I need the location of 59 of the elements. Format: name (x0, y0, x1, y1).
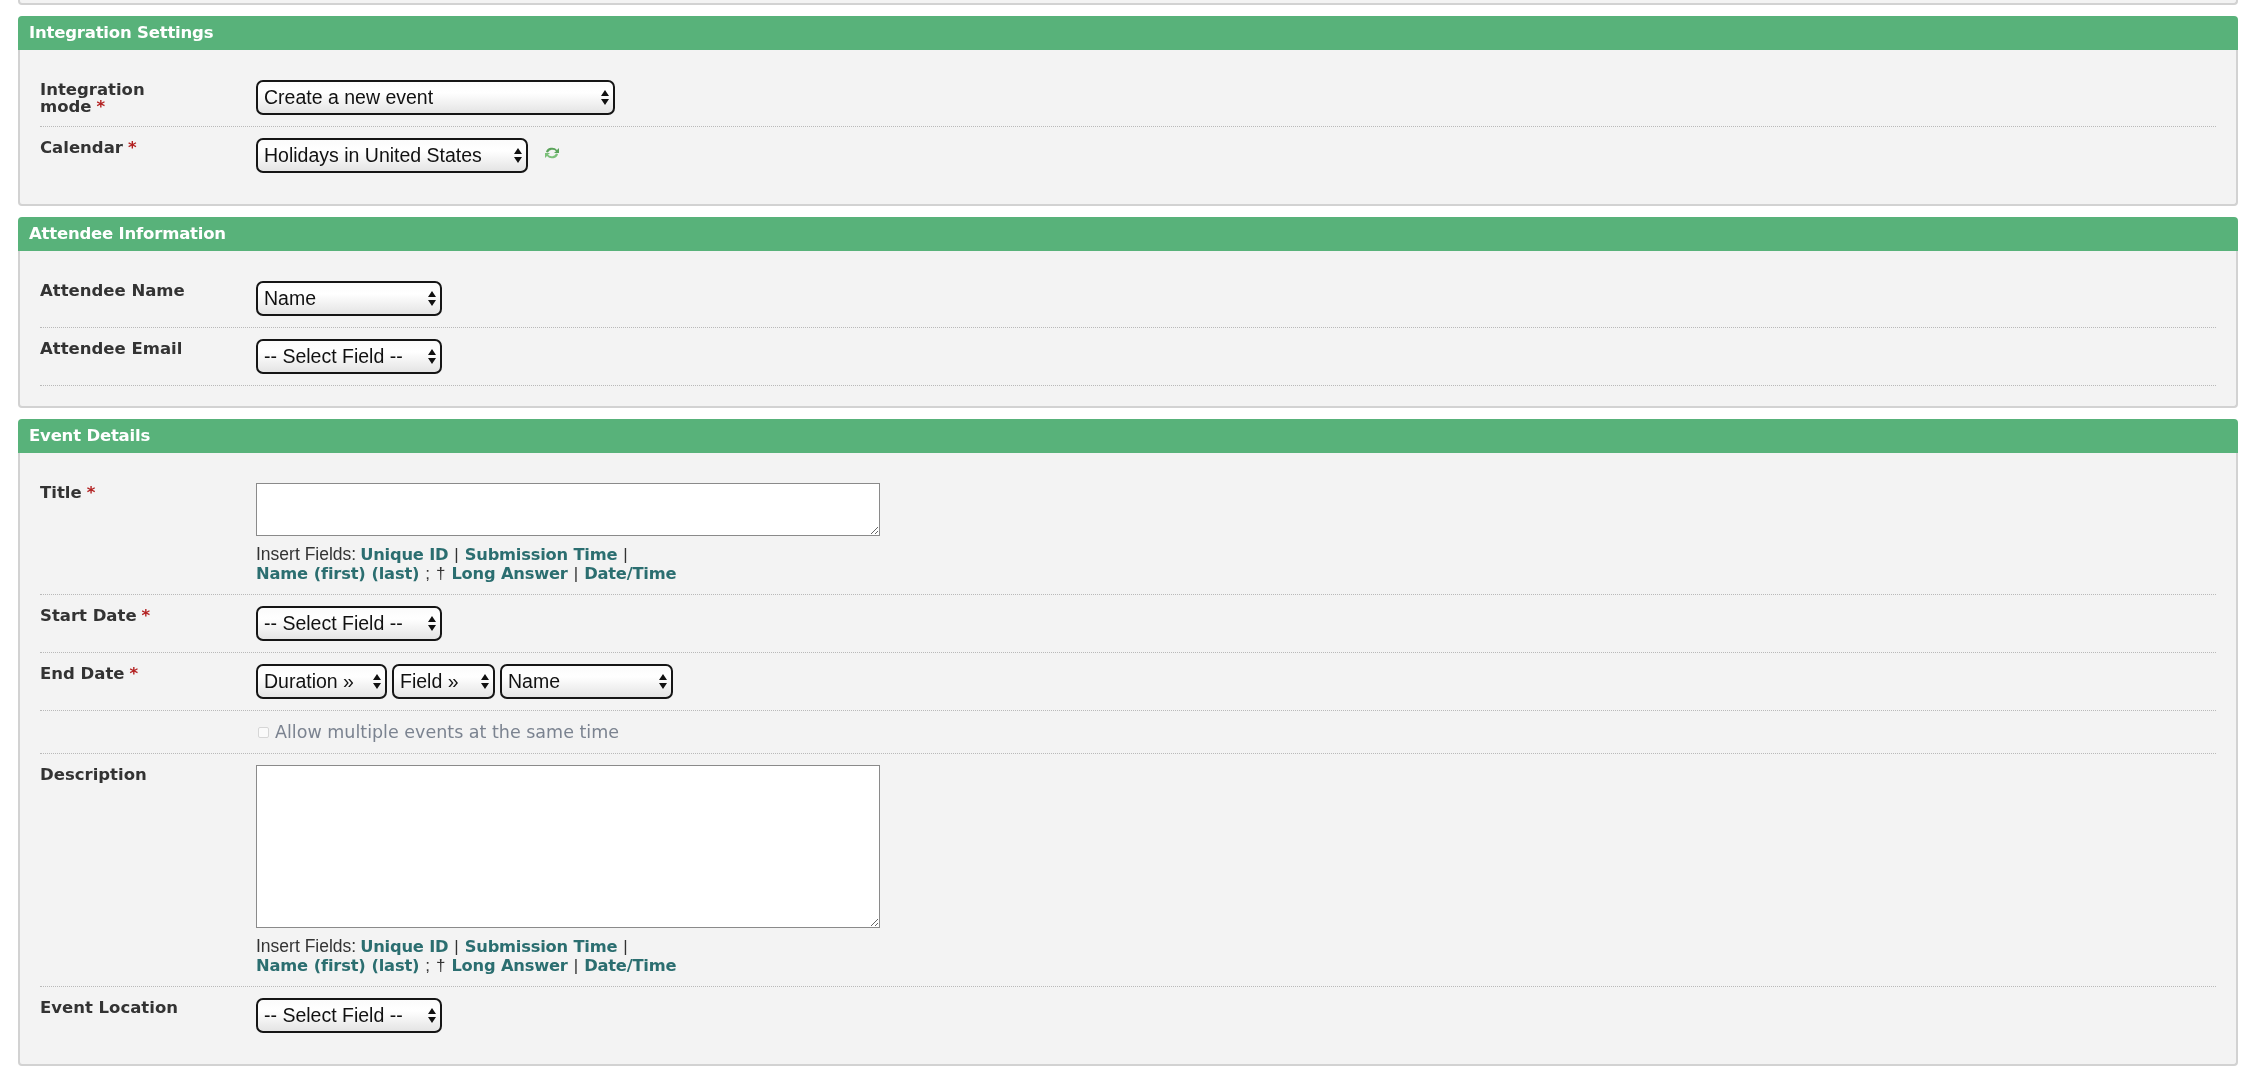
field-label: Calendar * (40, 138, 137, 157)
updown-arrows-icon (514, 148, 522, 163)
insert-fields-label: Insert Fields: (256, 545, 357, 564)
field-link[interactable]: Unique ID (360, 545, 449, 564)
separator: | (454, 937, 459, 956)
field-link[interactable]: Submission Time (464, 937, 618, 956)
field-link[interactable]: Name (256, 956, 308, 975)
field-link[interactable]: Submission Time (464, 545, 618, 564)
field-label: Attendee Name (40, 281, 185, 300)
field-label: Event Location (40, 998, 178, 1017)
field-label: Start Date * (40, 606, 151, 625)
insert-fields-label: Insert Fields: (256, 937, 357, 956)
field-link[interactable]: Date/Time (584, 956, 677, 975)
select-dropdown[interactable]: Holidays in United States (256, 138, 528, 173)
field-label: Integration mode * (40, 80, 145, 116)
updown-arrows-icon (428, 1008, 436, 1023)
select-dropdown[interactable]: Name (500, 664, 673, 699)
updown-arrows-icon (428, 616, 436, 631)
select-dropdown[interactable]: -- Select Field -- (256, 339, 442, 374)
section-header: Attendee Information (18, 217, 2238, 251)
field-link[interactable]: Date/Time (584, 564, 677, 583)
select-dropdown[interactable]: Create a new event (256, 80, 615, 115)
field-link[interactable]: Name (256, 564, 308, 583)
updown-arrows-icon (659, 674, 667, 689)
updown-arrows-icon (428, 291, 436, 306)
updown-arrows-icon (481, 674, 489, 689)
field-label: Title * (40, 483, 96, 502)
updown-arrows-icon (373, 674, 381, 689)
separator: | (454, 545, 459, 564)
field-label: End Date * (40, 664, 139, 683)
separator: ; (425, 956, 430, 975)
field-link[interactable]: (first) (313, 956, 366, 975)
refresh-icon[interactable] (543, 145, 561, 161)
updown-arrows-icon (428, 349, 436, 364)
section-header: Integration Settings (18, 16, 2238, 50)
checkbox-label: Allow multiple events at the same time (275, 722, 619, 742)
field-link[interactable]: Unique ID (360, 937, 449, 956)
field-link[interactable]: (last) (371, 956, 420, 975)
select-dropdown[interactable]: Name (256, 281, 442, 316)
field-link[interactable]: Long Answer (451, 564, 568, 583)
select-dropdown[interactable]: Field » (392, 664, 495, 699)
separator: | (623, 937, 628, 956)
separator: | (573, 956, 579, 975)
separator: ; (425, 564, 430, 583)
field-label: Attendee Email (40, 339, 183, 358)
separator: | (623, 545, 628, 564)
separator: | (573, 564, 579, 583)
field-link[interactable]: (last) (371, 564, 420, 583)
text-area[interactable] (256, 483, 880, 536)
field-link[interactable]: (first) (313, 564, 366, 583)
section-header: Event Details (18, 419, 2238, 453)
select-dropdown[interactable]: -- Select Field -- (256, 606, 442, 641)
separator: † (435, 564, 446, 583)
updown-arrows-icon (601, 90, 609, 105)
select-dropdown[interactable]: -- Select Field -- (256, 998, 442, 1033)
field-label: Description (40, 765, 147, 784)
separator: † (435, 956, 446, 975)
field-link[interactable]: Long Answer (451, 956, 568, 975)
select-dropdown[interactable]: Duration » (256, 664, 387, 699)
